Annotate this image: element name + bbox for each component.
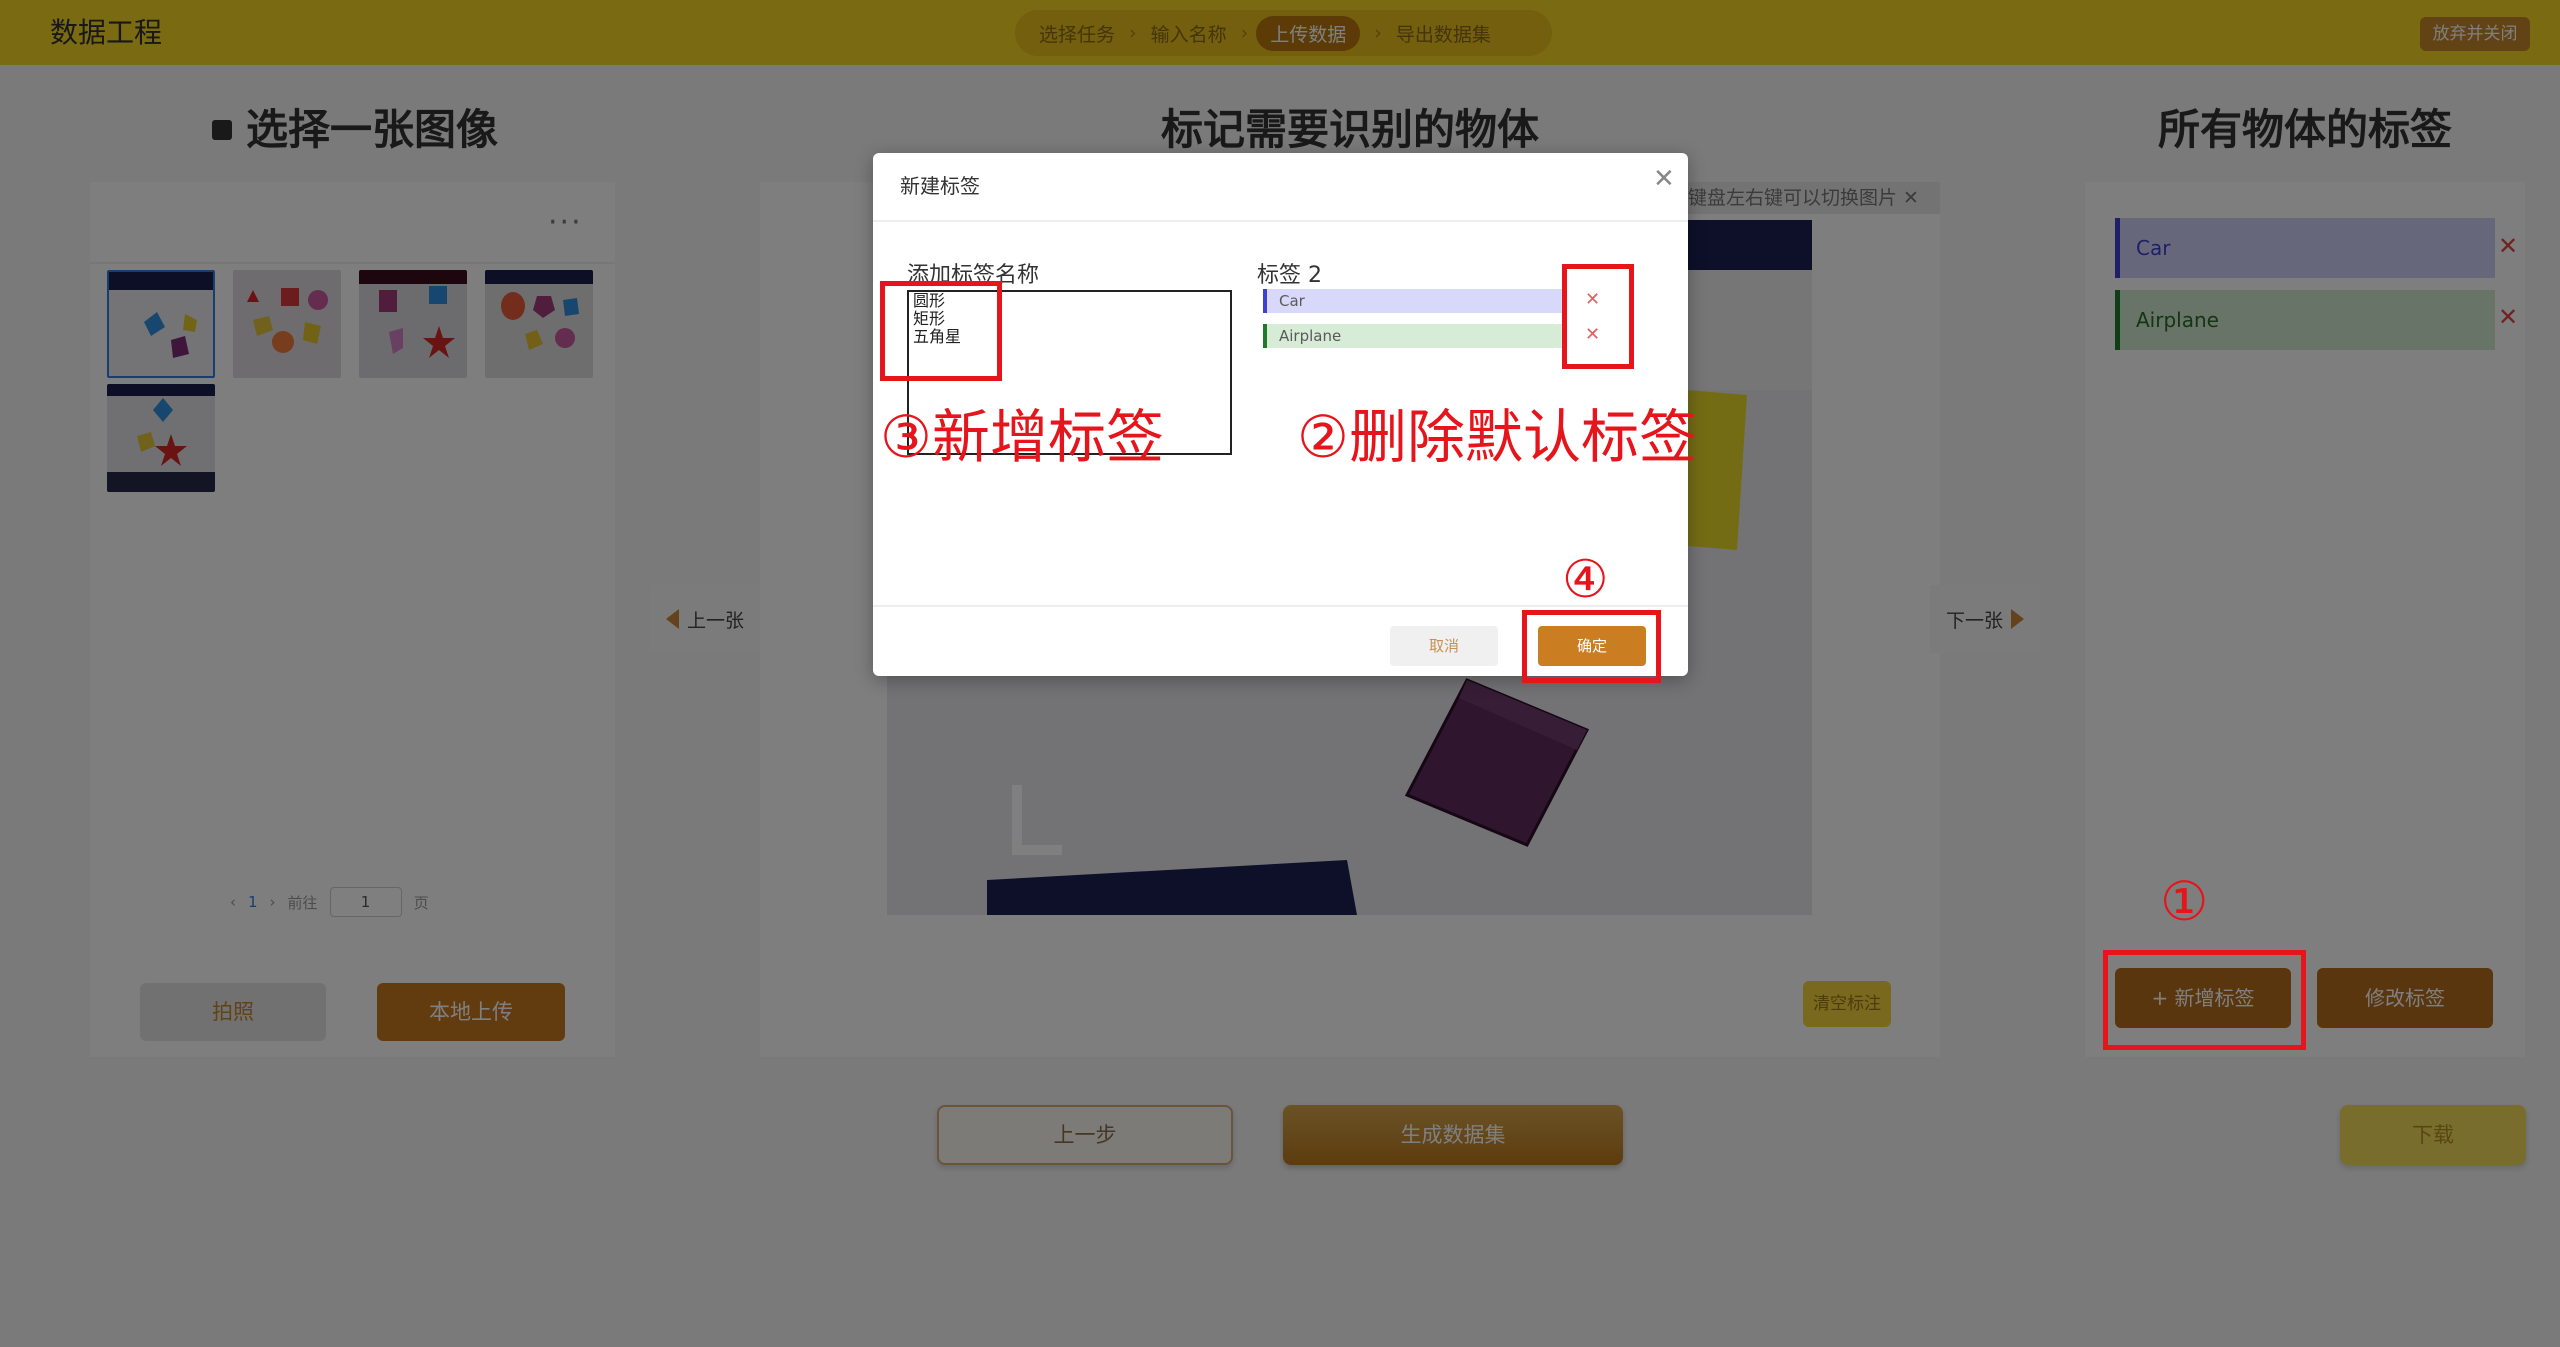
annotation-box-delete <box>1562 264 1634 369</box>
labels-count-heading: 标签 2 <box>1257 263 1322 288</box>
annotation-box-textarea <box>880 281 1002 381</box>
close-icon[interactable]: ✕ <box>1653 164 1675 194</box>
annotation-step3: ③新增标签 <box>880 403 1164 471</box>
annotation-box-confirm <box>1522 610 1661 683</box>
divider <box>873 220 1688 222</box>
cancel-button[interactable]: 取消 <box>1390 626 1498 666</box>
modal-tag-label: Airplane <box>1279 327 1342 345</box>
modal-tag-airplane: Airplane <box>1263 324 1565 348</box>
annotation-step1: ① <box>2160 870 2209 933</box>
annotation-box-add-tag <box>2103 950 2306 1050</box>
annotation-step2: ②删除默认标签 <box>1297 403 1697 471</box>
annotation-step4: ④ <box>1562 550 1609 610</box>
dialog-title: 新建标签 <box>900 174 980 198</box>
modal-tag-car: Car <box>1263 289 1565 313</box>
modal-tag-label: Car <box>1279 292 1305 310</box>
